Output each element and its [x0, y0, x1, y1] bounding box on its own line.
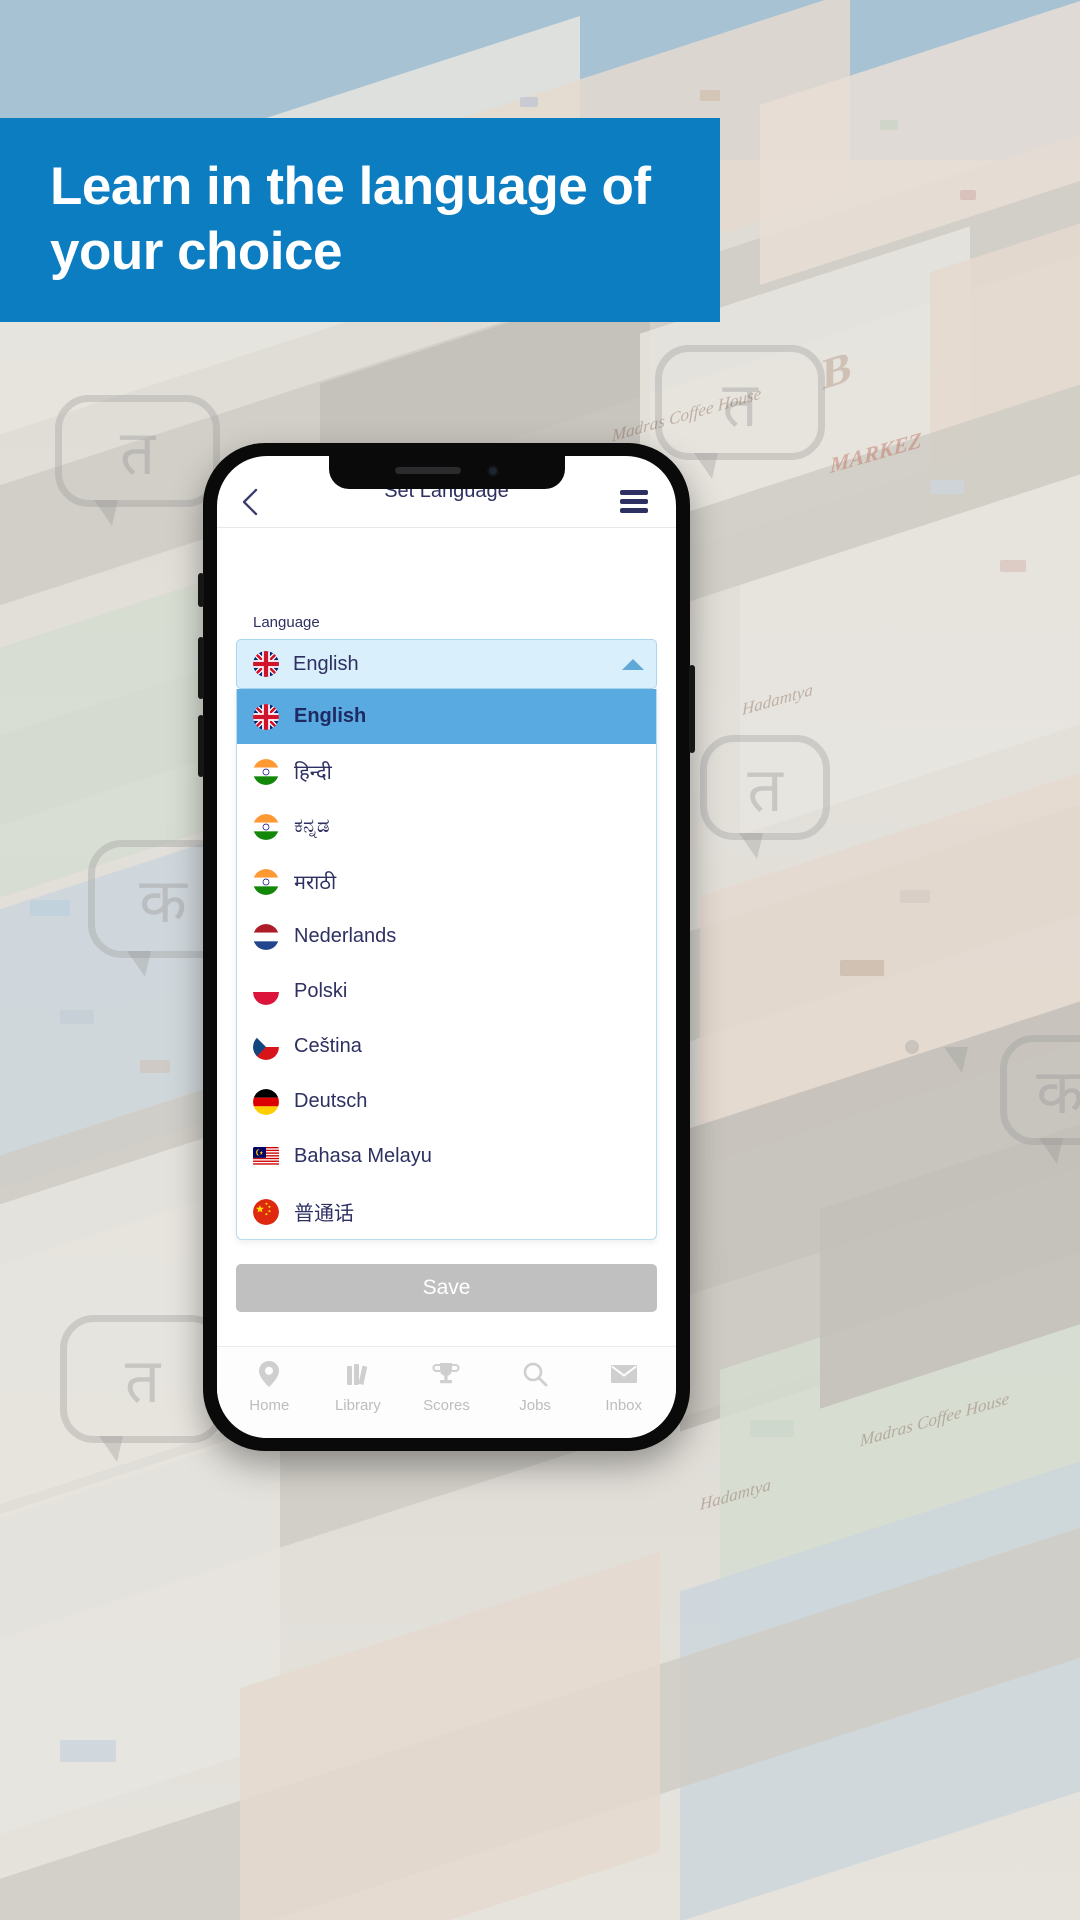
language-option-marathi[interactable]: मराठी: [237, 854, 656, 909]
headline-banner: Learn in the language of your choice: [0, 118, 720, 322]
germany-flag-icon: [253, 1088, 279, 1115]
back-button[interactable]: [239, 482, 279, 522]
language-option-label: Deutsch: [294, 1090, 368, 1112]
speech-bubble-watermark: त: [55, 395, 220, 526]
india-flag-icon: [253, 868, 279, 895]
china-flag-icon: [253, 1198, 279, 1225]
nav-item-library[interactable]: Library: [314, 1359, 403, 1416]
phone-mute-switch: [198, 573, 204, 607]
chevron-left-icon: [239, 487, 261, 517]
india-flag-icon: [253, 758, 279, 785]
phone-volume-up: [198, 637, 204, 699]
language-option-polski[interactable]: Polski: [237, 964, 656, 1019]
magnifier-icon: [520, 1359, 550, 1389]
language-option-nederlands[interactable]: Nederlands: [237, 909, 656, 964]
headline-text: Learn in the language of your choice: [50, 157, 651, 281]
phone-notch: [328, 456, 565, 489]
nav-label: Inbox: [605, 1397, 643, 1414]
map-pin-icon: [254, 1359, 284, 1389]
language-option-label: Ceština: [294, 1035, 362, 1057]
language-option-label: 普通话: [294, 1203, 354, 1225]
language-option-mandarin[interactable]: 普通话: [237, 1184, 656, 1239]
earpiece-speaker: [394, 467, 461, 474]
language-option-label: ಕನ್ನಡ: [294, 815, 330, 837]
save-button[interactable]: Save: [236, 1264, 657, 1312]
speech-bubble-watermark: क: [1000, 1035, 1080, 1164]
phone-screen: Set Language Language English English हि…: [217, 456, 676, 1438]
language-option-cestina[interactable]: Ceština: [237, 1019, 656, 1074]
nav-item-home[interactable]: Home: [225, 1359, 314, 1416]
language-option-label: मराठी: [294, 872, 337, 894]
language-option-bahasa-melayu[interactable]: Bahasa Melayu: [237, 1129, 656, 1184]
language-option-label: Polski: [294, 980, 348, 1002]
language-option-label: Bahasa Melayu: [294, 1145, 432, 1167]
language-option-label: Nederlands: [294, 925, 397, 947]
language-option-label: हिन्दी: [294, 762, 332, 784]
phone-power-button: [689, 665, 695, 753]
phone-mockup: Set Language Language English English हि…: [198, 443, 695, 1451]
poland-flag-icon: [253, 978, 279, 1005]
speech-bubble-watermark: त: [700, 735, 830, 859]
shop-letter: B: [822, 341, 852, 400]
hamburger-menu-icon[interactable]: [620, 485, 654, 519]
uk-flag-icon: [253, 651, 279, 677]
speech-bubble-watermark: त: [60, 1315, 225, 1462]
speech-bubble-watermark: [905, 1040, 968, 1073]
language-select[interactable]: English: [236, 639, 657, 689]
language-option-deutsch[interactable]: Deutsch: [237, 1074, 656, 1129]
nav-label: Library: [334, 1397, 381, 1414]
language-dropdown[interactable]: English हिन्दी ಕನ್ನಡ मराठी Nederlands Po…: [236, 689, 657, 1240]
language-option-hindi[interactable]: हिन्दी: [237, 744, 656, 799]
language-field-label: Language: [253, 614, 320, 631]
language-option-english[interactable]: English: [237, 689, 656, 744]
front-camera-icon: [486, 464, 499, 477]
app-body: Language English English हिन्दी ಕನ್ನಡ मर…: [217, 528, 676, 1346]
nav-item-scores[interactable]: Scores: [402, 1359, 491, 1416]
language-option-kannada[interactable]: ಕನ್ನಡ: [237, 799, 656, 854]
uk-flag-icon: [253, 703, 279, 730]
nav-item-jobs[interactable]: Jobs: [491, 1359, 580, 1416]
phone-volume-down: [198, 715, 204, 777]
trophy-icon: [431, 1359, 461, 1389]
malaysia-flag-icon: [253, 1147, 279, 1166]
nav-label: Home: [249, 1397, 290, 1414]
india-flag-icon: [253, 813, 279, 840]
caret-up-icon[interactable]: [622, 658, 644, 670]
czech-flag-icon: [253, 1033, 279, 1060]
language-select-value: English: [293, 652, 359, 675]
nav-label: Scores: [423, 1397, 470, 1414]
nav-item-inbox[interactable]: Inbox: [579, 1359, 668, 1416]
language-option-label: English: [294, 705, 367, 727]
nav-label: Jobs: [519, 1397, 551, 1414]
bottom-navigation-bar: Home Library Scores Jobs Inbox: [217, 1346, 676, 1438]
netherlands-flag-icon: [253, 923, 279, 950]
envelope-icon: [609, 1359, 639, 1389]
books-icon: [343, 1359, 373, 1389]
